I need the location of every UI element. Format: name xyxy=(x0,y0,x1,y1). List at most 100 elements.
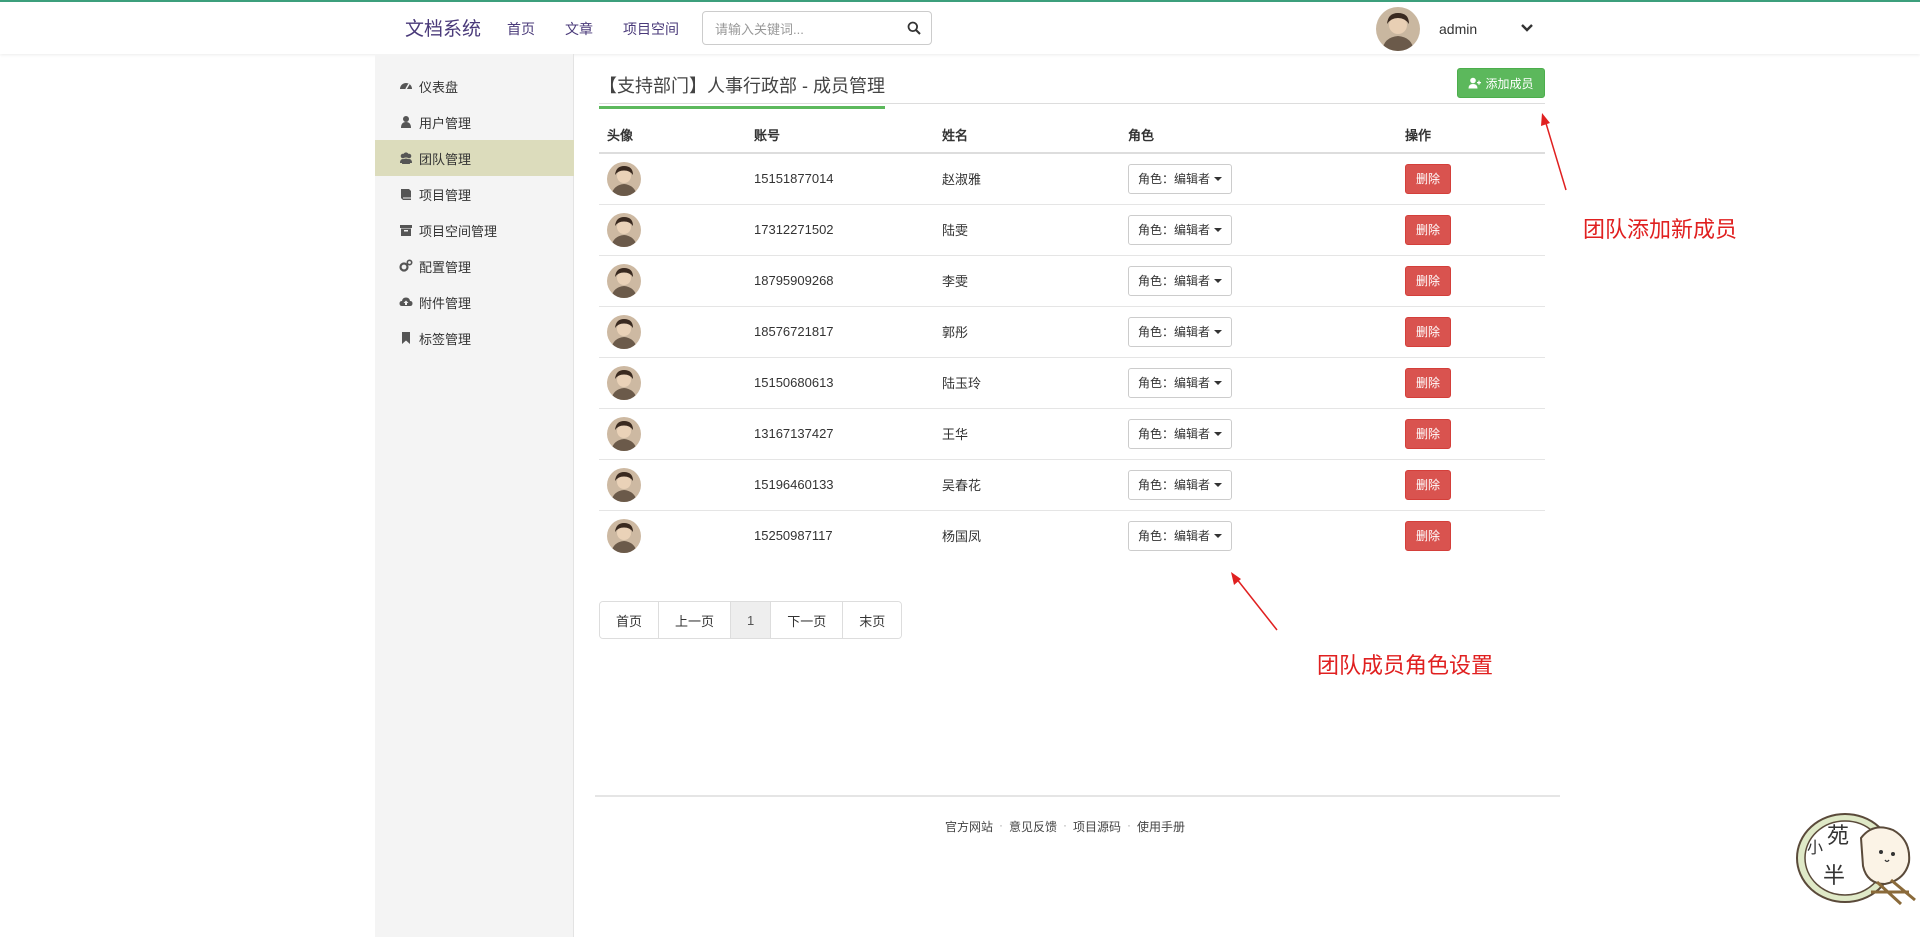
sticker-text-top: 苑 xyxy=(1827,824,1850,849)
sidebar-item-project-space[interactable]: 项目空间管理 xyxy=(375,212,574,248)
caret-down-icon xyxy=(1214,278,1223,283)
footer-separator: · xyxy=(1127,818,1132,832)
cell-role: 角色：编辑者 xyxy=(1120,255,1397,307)
cell-role: 角色：编辑者 xyxy=(1120,510,1397,561)
page-next[interactable]: 下一页 xyxy=(771,602,844,638)
add-member-button[interactable]: 添加成员 xyxy=(1457,68,1545,98)
footer-separator: · xyxy=(1063,818,1068,832)
delete-button[interactable]: 删除 xyxy=(1405,316,1451,347)
search-input[interactable] xyxy=(715,19,895,39)
footer-link-source[interactable]: 项目源码 xyxy=(1073,818,1121,835)
sidebar-item-attachments[interactable]: 附件管理 xyxy=(375,284,574,320)
user-plus-icon xyxy=(1468,77,1482,89)
book-icon xyxy=(401,189,411,200)
sidebar-item-tags[interactable]: 标签管理 xyxy=(375,320,574,356)
search-icon[interactable] xyxy=(907,21,921,35)
brand-logo[interactable]: 文档系统 xyxy=(405,14,481,41)
footer-link-official-site[interactable]: 官方网站 xyxy=(945,818,993,835)
role-dropdown[interactable]: 角色：编辑者 xyxy=(1128,316,1233,347)
cell-account: 18795909268 xyxy=(746,255,934,307)
sidebar-item-teams[interactable]: 团队管理 xyxy=(375,140,574,176)
header-account: 账号 xyxy=(746,117,934,154)
header-avatar: 头像 xyxy=(599,117,746,154)
cell-account: 18576721817 xyxy=(746,306,934,358)
role-dropdown[interactable]: 角色：编辑者 xyxy=(1128,418,1233,449)
avatar xyxy=(607,518,641,553)
bookmark-icon xyxy=(402,332,410,344)
cell-name: 杨国凤 xyxy=(942,529,982,545)
caret-down-icon xyxy=(1214,227,1223,232)
caret-down-icon xyxy=(1214,380,1223,385)
delete-button[interactable]: 删除 xyxy=(1405,265,1451,296)
page-first[interactable]: 首页 xyxy=(600,602,660,638)
role-dropdown[interactable]: 角色：编辑者 xyxy=(1128,367,1233,398)
nav-home[interactable]: 首页 xyxy=(507,19,535,39)
cell-role: 角色：编辑者 xyxy=(1120,357,1397,409)
avatar xyxy=(607,416,641,451)
sidebar-item-label: 用户管理 xyxy=(419,115,472,131)
avatar xyxy=(607,161,641,196)
cell-account: 13167137427 xyxy=(746,408,934,460)
footer-link-manual[interactable]: 使用手册 xyxy=(1137,818,1185,835)
cell-actions: 删除 xyxy=(1397,306,1545,358)
role-label: 角色：编辑者 xyxy=(1138,223,1211,237)
cell-avatar xyxy=(599,255,746,307)
cell-avatar xyxy=(599,408,746,460)
nav-project-space[interactable]: 项目空间 xyxy=(623,19,679,39)
user-avatar[interactable] xyxy=(1376,7,1420,51)
sidebar-item-config[interactable]: 配置管理 xyxy=(375,248,574,284)
sidebar-item-projects[interactable]: 项目管理 xyxy=(375,176,574,212)
cell-actions: 删除 xyxy=(1397,510,1545,561)
cell-avatar xyxy=(599,153,746,205)
role-dropdown[interactable]: 角色：编辑者 xyxy=(1128,469,1233,500)
page-last[interactable]: 末页 xyxy=(843,602,902,638)
avatar xyxy=(607,263,641,298)
sidebar-item-users[interactable]: 用户管理 xyxy=(375,104,574,140)
delete-button[interactable]: 删除 xyxy=(1405,418,1451,449)
search-box xyxy=(702,11,932,45)
cell-name: 吴春花 xyxy=(934,459,1120,511)
role-label: 角色：编辑者 xyxy=(1138,478,1211,492)
cell-name: 陆雯 xyxy=(934,204,1120,256)
sidebar-item-dashboard[interactable]: 仪表盘 xyxy=(375,68,574,104)
role-dropdown[interactable]: 角色：编辑者 xyxy=(1128,265,1233,296)
role-dropdown[interactable]: 角色：编辑者 xyxy=(1128,520,1233,551)
role-dropdown[interactable]: 角色：编辑者 xyxy=(1128,214,1233,245)
members-table: 头像 账号 姓名 角色 操作 15151877014 赵淑雅 角色：编辑者 删除 173… xyxy=(599,117,1545,561)
username-label[interactable]: admin xyxy=(1439,21,1477,37)
cell-avatar xyxy=(599,459,746,511)
header-role: 角色 xyxy=(1120,117,1397,154)
cell-role: 角色：编辑者 xyxy=(1120,306,1397,358)
nav-articles[interactable]: 文章 xyxy=(565,19,593,39)
delete-button[interactable]: 删除 xyxy=(1405,469,1451,500)
cell-role: 角色：编辑者 xyxy=(1120,408,1397,460)
footer-link-feedback[interactable]: 意见反馈 xyxy=(1009,818,1057,835)
page-prev[interactable]: 上一页 xyxy=(659,602,732,638)
sidebar-item-label: 项目空间管理 xyxy=(419,223,498,239)
sticker-mascot: 苑 小 半 xyxy=(1793,800,1920,910)
role-label: 角色：编辑者 xyxy=(1138,427,1211,441)
table-row: 15196460133 吴春花 角色：编辑者 删除 xyxy=(599,459,1545,511)
sidebar-item-label: 附件管理 xyxy=(419,295,472,311)
cogs-icon xyxy=(399,259,413,272)
cell-avatar xyxy=(599,357,746,409)
cell-actions: 删除 xyxy=(1397,459,1545,511)
role-label: 角色：编辑者 xyxy=(1138,376,1211,390)
chevron-down-icon[interactable] xyxy=(1520,22,1534,34)
avatar xyxy=(607,365,641,400)
cell-name: 王华 xyxy=(934,408,1120,460)
delete-button[interactable]: 删除 xyxy=(1405,163,1451,194)
cell-actions: 删除 xyxy=(1397,357,1545,409)
delete-button[interactable]: 删除 xyxy=(1405,520,1451,551)
sidebar: 仪表盘 用户管理 团队管理 项目管理 项目空间管理 配置管理 附件管理 标签管理 xyxy=(375,54,574,937)
sticker-text-bottom: 半 xyxy=(1823,864,1846,889)
page-current[interactable]: 1 xyxy=(731,602,772,638)
delete-button[interactable]: 删除 xyxy=(1405,367,1451,398)
sidebar-item-label: 标签管理 xyxy=(419,331,472,347)
cell-account: 15150680613 xyxy=(746,357,934,409)
table-header-row: 头像 账号 姓名 角色 操作 xyxy=(599,117,1545,154)
role-dropdown[interactable]: 角色：编辑者 xyxy=(1128,163,1233,194)
delete-button[interactable]: 删除 xyxy=(1405,214,1451,245)
cell-actions: 删除 xyxy=(1397,255,1545,307)
caret-down-icon xyxy=(1214,482,1223,487)
